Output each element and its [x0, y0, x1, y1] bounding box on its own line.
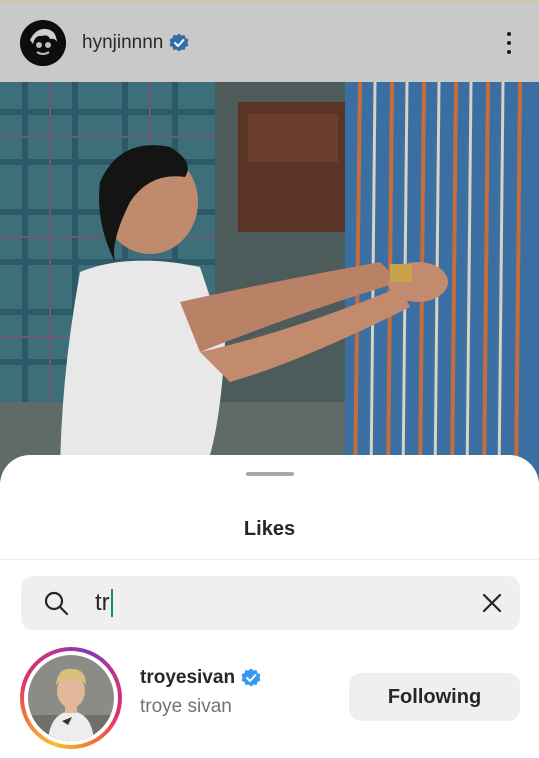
sheet-title: Likes [243, 518, 296, 540]
divider [0, 559, 539, 560]
more-options-icon[interactable] [497, 26, 521, 60]
clear-icon[interactable] [480, 591, 504, 615]
avatar[interactable] [28, 655, 114, 741]
drag-handle[interactable] [246, 472, 294, 476]
user-handle[interactable]: troyesivan [140, 667, 261, 689]
user-full-name: troye sivan [140, 696, 232, 717]
list-item[interactable]: troyesivan troye sivan Following [0, 645, 539, 755]
username-text[interactable]: troyesivan [140, 667, 235, 689]
search-input-value[interactable]: tr [95, 588, 113, 618]
verified-badge-icon [241, 668, 261, 687]
search-icon [44, 591, 69, 616]
following-button[interactable]: Following [349, 673, 520, 721]
post-image [0, 82, 539, 482]
post-author-username[interactable]: hynjinnnn [82, 32, 189, 54]
search-input[interactable]: tr [21, 576, 520, 630]
post-author-avatar[interactable] [20, 20, 66, 66]
search-query-text[interactable]: tr [95, 589, 110, 617]
likes-sheet: Likes tr troyesivan troye sivan Followin… [0, 455, 539, 758]
post-author-username-text[interactable]: hynjinnnn [82, 32, 163, 54]
story-ring[interactable] [20, 647, 122, 749]
verified-badge-icon [169, 33, 189, 52]
text-caret [110, 589, 113, 617]
post-header: hynjinnnn [0, 0, 539, 82]
